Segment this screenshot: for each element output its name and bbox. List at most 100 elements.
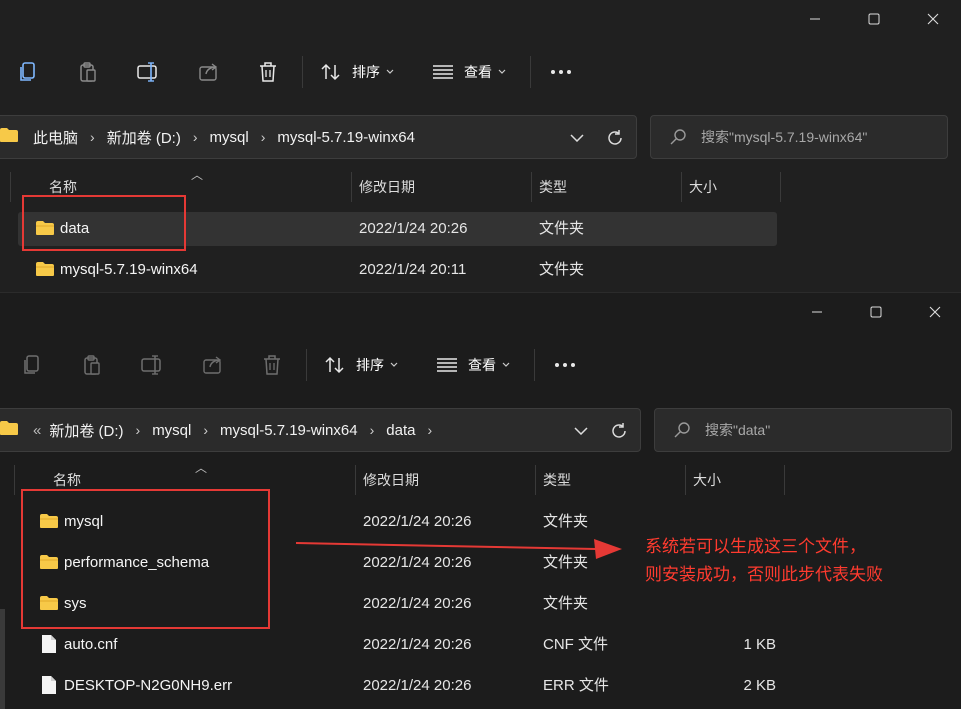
refresh-button[interactable] [606, 116, 624, 160]
chevron-down-icon [574, 427, 588, 435]
list-item[interactable]: DESKTOP-N2G0NH9.err 2022/1/24 20:26 ERR … [0, 669, 961, 705]
command-bar: 排序 查看 [0, 341, 961, 389]
file-type: CNF 文件 [543, 636, 608, 653]
minimize-icon [812, 311, 822, 313]
address-bar[interactable]: « 新加卷 (D:) › mysql › mysql-5.7.19-winx64… [0, 408, 641, 452]
close-button[interactable] [917, 0, 949, 38]
minimize-icon [810, 18, 820, 20]
view-button[interactable]: 查看 [436, 341, 510, 389]
sort-button[interactable]: 排序 [320, 48, 394, 96]
list-item[interactable]: auto.cnf 2022/1/24 20:26 CNF 文件 1 KB [0, 628, 961, 664]
close-icon [929, 306, 941, 318]
minimize-button[interactable] [799, 0, 831, 38]
column-divider [10, 172, 11, 202]
breadcrumb-this-pc[interactable]: 此电脑 [33, 127, 78, 148]
explorer-window-mysql-folder: 排序 查看 此电脑 › 新加卷 (D:) › mysql › mysql-5.7… [0, 0, 961, 292]
column-divider[interactable] [780, 172, 781, 202]
view-label: 查看 [468, 357, 496, 373]
column-modified[interactable]: 修改日期 [359, 172, 415, 204]
breadcrumb-mysql[interactable]: mysql [210, 129, 249, 146]
breadcrumb-data[interactable]: data [386, 422, 415, 439]
highlight-box-data-folder [22, 195, 186, 251]
share-button[interactable] [198, 48, 220, 96]
column-size[interactable]: 大小 [693, 465, 721, 497]
share-icon [199, 63, 218, 81]
command-bar: 排序 查看 [0, 48, 961, 96]
close-icon [927, 13, 939, 25]
column-type[interactable]: 类型 [539, 172, 567, 204]
breadcrumb-mysql-5719[interactable]: mysql-5.7.19-winx64 [220, 422, 358, 439]
breadcrumb-mysql[interactable]: mysql [152, 422, 191, 439]
paste-icon [80, 62, 96, 82]
file-icon [42, 635, 56, 653]
share-button[interactable] [202, 341, 224, 389]
address-bar[interactable]: 此电脑 › 新加卷 (D:) › mysql › mysql-5.7.19-wi… [0, 115, 637, 159]
refresh-icon [612, 423, 626, 438]
column-divider[interactable] [535, 465, 536, 495]
highlight-box-generated-folders [21, 489, 270, 629]
delete-button[interactable] [262, 341, 282, 389]
address-history-button[interactable] [570, 116, 584, 160]
column-divider[interactable] [351, 172, 352, 202]
breadcrumb-chevron-icon[interactable]: › [261, 129, 266, 145]
toolbar-divider [534, 349, 535, 381]
file-modified: 2022/1/24 20:11 [359, 261, 467, 278]
file-name: DESKTOP-N2G0NH9.err [64, 677, 233, 694]
breadcrumb-drive-d[interactable]: 新加卷 (D:) [107, 127, 181, 148]
maximize-button[interactable] [858, 0, 890, 38]
column-divider[interactable] [784, 465, 785, 495]
file-size: 2 KB [743, 677, 776, 694]
paste-button[interactable] [82, 341, 102, 389]
breadcrumb-chevron-icon[interactable]: › [427, 422, 432, 438]
column-type[interactable]: 类型 [543, 465, 571, 497]
column-divider[interactable] [355, 465, 356, 495]
folder-icon [0, 127, 19, 147]
column-size[interactable]: 大小 [689, 172, 717, 204]
address-history-button[interactable] [574, 409, 588, 453]
breadcrumb-drive-d[interactable]: 新加卷 (D:) [49, 420, 123, 441]
rename-button[interactable] [137, 48, 161, 96]
breadcrumb-overflow-button[interactable]: « [33, 422, 41, 439]
more-options-button[interactable] [554, 341, 576, 389]
file-type: 文件夹 [539, 220, 585, 237]
copy-button[interactable] [22, 341, 42, 389]
search-input[interactable]: 搜索"data" [654, 408, 952, 452]
sort-icon [325, 356, 344, 374]
paste-button[interactable] [78, 48, 98, 96]
refresh-button[interactable] [610, 409, 628, 453]
file-modified: 2022/1/24 20:26 [363, 677, 472, 694]
file-type: ERR 文件 [543, 677, 609, 694]
annotation-line-2: 则安装成功，否则此步代表失败 [645, 565, 883, 585]
close-button[interactable] [919, 293, 951, 331]
column-divider[interactable] [685, 465, 686, 495]
maximize-icon [868, 13, 880, 25]
sort-up-icon: ︿ [191, 168, 204, 182]
delete-button[interactable] [258, 48, 278, 96]
search-input[interactable]: 搜索"mysql-5.7.19-winx64" [650, 115, 948, 159]
rename-icon [137, 62, 157, 82]
chevron-down-icon [570, 134, 584, 142]
breadcrumb-chevron-icon[interactable]: › [90, 129, 95, 145]
minimize-button[interactable] [801, 293, 833, 331]
file-modified: 2022/1/24 20:26 [359, 220, 468, 237]
annotation-arrow-icon [295, 539, 622, 559]
column-modified[interactable]: 修改日期 [363, 465, 419, 497]
breadcrumb-chevron-icon[interactable]: › [203, 422, 208, 438]
list-item[interactable]: mysql-5.7.19-winx64 2022/1/24 20:11 文件夹 [0, 253, 961, 289]
breadcrumb-chevron-icon[interactable]: › [136, 422, 141, 438]
annotation-note: 系统若可以生成这三个文件， 则安装成功，否则此步代表失败 [645, 533, 883, 589]
more-options-button[interactable] [550, 48, 572, 96]
view-button[interactable]: 查看 [432, 48, 506, 96]
breadcrumb-chevron-icon[interactable]: › [370, 422, 375, 438]
breadcrumb-chevron-icon[interactable]: › [193, 129, 198, 145]
sort-button[interactable]: 排序 [324, 341, 398, 389]
copy-button[interactable] [18, 48, 38, 96]
sort-label: 排序 [352, 64, 380, 80]
file-type: 文件夹 [543, 595, 589, 612]
column-divider[interactable] [531, 172, 532, 202]
rename-button[interactable] [141, 341, 165, 389]
breadcrumb-mysql-5719[interactable]: mysql-5.7.19-winx64 [277, 129, 415, 146]
column-divider[interactable] [681, 172, 682, 202]
maximize-button[interactable] [860, 293, 892, 331]
sort-label: 排序 [356, 357, 384, 373]
